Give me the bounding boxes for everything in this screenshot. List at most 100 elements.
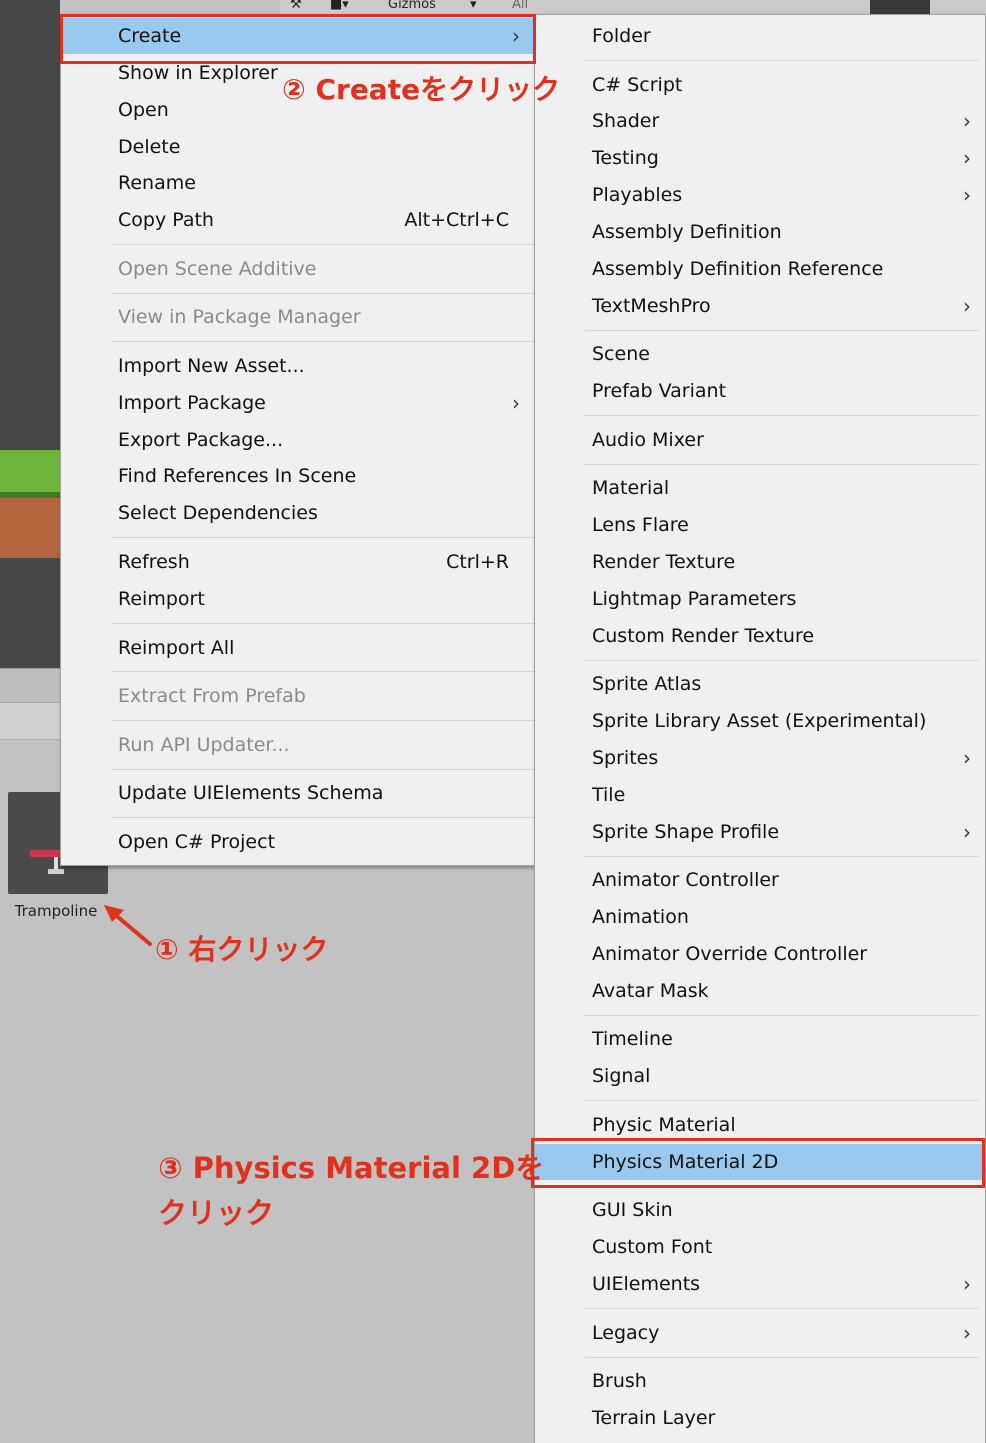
menu-separator — [585, 464, 979, 465]
menu-separator — [585, 1015, 979, 1016]
chevron-right-icon: › — [963, 146, 971, 170]
gizmos-button[interactable]: Gizmos — [388, 0, 460, 14]
annotation-step1: ① 右クリック — [155, 933, 329, 966]
submenu-item-label: Lightmap Parameters — [592, 588, 797, 610]
menu-item-label: Select Dependencies — [118, 502, 318, 524]
submenu-item-terrain-layer[interactable]: Terrain Layer — [535, 1400, 985, 1436]
menu-item-label: Refresh — [118, 551, 190, 573]
submenu-item-assembly-definition-reference[interactable]: Assembly Definition Reference — [535, 251, 985, 287]
menu-item-reimport[interactable]: Reimport — [61, 581, 534, 617]
menu-item-export-package[interactable]: Export Package... — [61, 422, 534, 458]
layers-dropdown[interactable] — [870, 0, 930, 14]
menu-separator — [111, 817, 534, 818]
submenu-item-avatar-mask[interactable]: Avatar Mask — [535, 973, 985, 1009]
submenu-item-signal[interactable]: Signal — [535, 1058, 985, 1094]
scene-search-input[interactable]: All — [512, 0, 572, 14]
submenu-item-sprite-library-asset[interactable]: Sprite Library Asset (Experimental) — [535, 703, 985, 739]
submenu-item-label: Terrain Layer — [592, 1407, 716, 1429]
scene-view[interactable] — [0, 0, 60, 668]
submenu-item-animation[interactable]: Animation — [535, 899, 985, 935]
submenu-item-textmeshpro[interactable]: TextMeshPro › — [535, 288, 985, 324]
menu-item-reimport-all[interactable]: Reimport All — [61, 630, 534, 666]
menu-item-import-new-asset[interactable]: Import New Asset... — [61, 348, 534, 384]
submenu-item-label: Lens Flare — [592, 514, 689, 536]
create-submenu: Folder C# Script Shader › Testing › Playab… — [534, 14, 986, 1443]
menu-item-update-uielements-schema[interactable]: Update UIElements Schema — [61, 775, 534, 811]
submenu-item-label: Prefab Variant — [592, 380, 727, 402]
menu-item-run-api-updater: Run API Updater... — [61, 727, 534, 763]
highlight-box-create — [60, 14, 536, 64]
menu-item-extract-from-prefab: Extract From Prefab — [61, 678, 534, 714]
submenu-item-label: Timeline — [592, 1028, 673, 1050]
submenu-item-label: Playables — [592, 184, 683, 206]
submenu-item-label: Assembly Definition — [592, 221, 782, 243]
menu-item-label: Extract From Prefab — [118, 685, 306, 707]
submenu-item-label: Scene — [592, 343, 650, 365]
submenu-item-csharp-script[interactable]: C# Script — [535, 67, 985, 103]
submenu-item-label: Brush — [592, 1370, 647, 1392]
submenu-item-animator-override-controller[interactable]: Animator Override Controller — [535, 936, 985, 972]
menu-item-find-references[interactable]: Find References In Scene — [61, 458, 534, 494]
submenu-item-playables[interactable]: Playables › — [535, 177, 985, 213]
menu-item-open-csharp-project[interactable]: Open C# Project — [61, 824, 534, 860]
menu-separator — [111, 623, 534, 624]
submenu-item-legacy[interactable]: Legacy › — [535, 1315, 985, 1351]
menu-item-open-scene-additive: Open Scene Additive — [61, 251, 534, 287]
submenu-item-audio-mixer[interactable]: Audio Mixer — [535, 422, 985, 458]
submenu-item-folder[interactable]: Folder — [535, 18, 985, 54]
menu-item-view-in-package-manager: View in Package Manager — [61, 299, 534, 335]
chevron-right-icon: › — [963, 109, 971, 133]
submenu-item-material[interactable]: Material — [535, 470, 985, 506]
submenu-item-prefab-variant[interactable]: Prefab Variant — [535, 373, 985, 409]
camera-dropdown-icon[interactable]: ■▾ — [330, 0, 370, 14]
submenu-item-uielements[interactable]: UIElements › — [535, 1266, 985, 1302]
menu-item-label: Open Scene Additive — [118, 258, 317, 280]
menu-item-label: Open — [118, 99, 169, 121]
menu-separator — [585, 1100, 979, 1101]
submenu-item-label: Legacy — [592, 1322, 660, 1344]
scene-ground-dirt — [0, 498, 60, 558]
submenu-item-label: Custom Render Texture — [592, 625, 815, 647]
submenu-item-label: Animator Controller — [592, 869, 779, 891]
scene-toolbar: ⚒ ■▾ Gizmos ▾ All — [280, 0, 986, 15]
chevron-right-icon: › — [963, 820, 971, 844]
menu-separator — [111, 293, 534, 294]
submenu-item-shader[interactable]: Shader › — [535, 103, 985, 139]
submenu-item-sprite-shape-profile[interactable]: Sprite Shape Profile › — [535, 814, 985, 850]
tools-icon[interactable]: ⚒ — [290, 0, 310, 14]
submenu-item-testing[interactable]: Testing › — [535, 140, 985, 176]
submenu-item-custom-render-texture[interactable]: Custom Render Texture — [535, 618, 985, 654]
submenu-item-assembly-definition[interactable]: Assembly Definition — [535, 214, 985, 250]
menu-separator — [111, 671, 534, 672]
submenu-item-gui-skin[interactable]: GUI Skin — [535, 1192, 985, 1228]
submenu-item-label: Tile — [592, 784, 626, 806]
menu-item-copy-path[interactable]: Copy Path Alt+Ctrl+C — [61, 202, 534, 238]
submenu-item-scene[interactable]: Scene — [535, 336, 985, 372]
menu-item-delete[interactable]: Delete — [61, 129, 534, 165]
menu-separator — [585, 60, 979, 61]
menu-item-shortcut: Ctrl+R — [446, 551, 509, 573]
submenu-item-animator-controller[interactable]: Animator Controller — [535, 862, 985, 898]
submenu-item-lightmap-parameters[interactable]: Lightmap Parameters — [535, 581, 985, 617]
submenu-item-sprite-atlas[interactable]: Sprite Atlas — [535, 666, 985, 702]
gizmos-dropdown-icon[interactable]: ▾ — [470, 0, 490, 14]
submenu-item-tile[interactable]: Tile — [535, 777, 985, 813]
submenu-item-custom-font[interactable]: Custom Font — [535, 1229, 985, 1265]
submenu-item-label: Sprite Atlas — [592, 673, 702, 695]
menu-separator — [111, 341, 534, 342]
chevron-right-icon: › — [963, 1321, 971, 1345]
menu-item-select-dependencies[interactable]: Select Dependencies — [61, 495, 534, 531]
submenu-item-render-texture[interactable]: Render Texture — [535, 544, 985, 580]
menu-item-label: Find References In Scene — [118, 465, 357, 487]
submenu-item-timeline[interactable]: Timeline — [535, 1021, 985, 1057]
submenu-item-lens-flare[interactable]: Lens Flare — [535, 507, 985, 543]
submenu-item-sprites[interactable]: Sprites › — [535, 740, 985, 776]
submenu-item-label: Signal — [592, 1065, 651, 1087]
menu-item-import-package[interactable]: Import Package › — [61, 385, 534, 421]
submenu-item-brush[interactable]: Brush — [535, 1363, 985, 1399]
menu-separator — [585, 856, 979, 857]
submenu-item-label: Animation — [592, 906, 689, 928]
project-toolbar — [0, 702, 60, 740]
menu-item-refresh[interactable]: Refresh Ctrl+R — [61, 544, 534, 580]
menu-item-rename[interactable]: Rename — [61, 165, 534, 201]
